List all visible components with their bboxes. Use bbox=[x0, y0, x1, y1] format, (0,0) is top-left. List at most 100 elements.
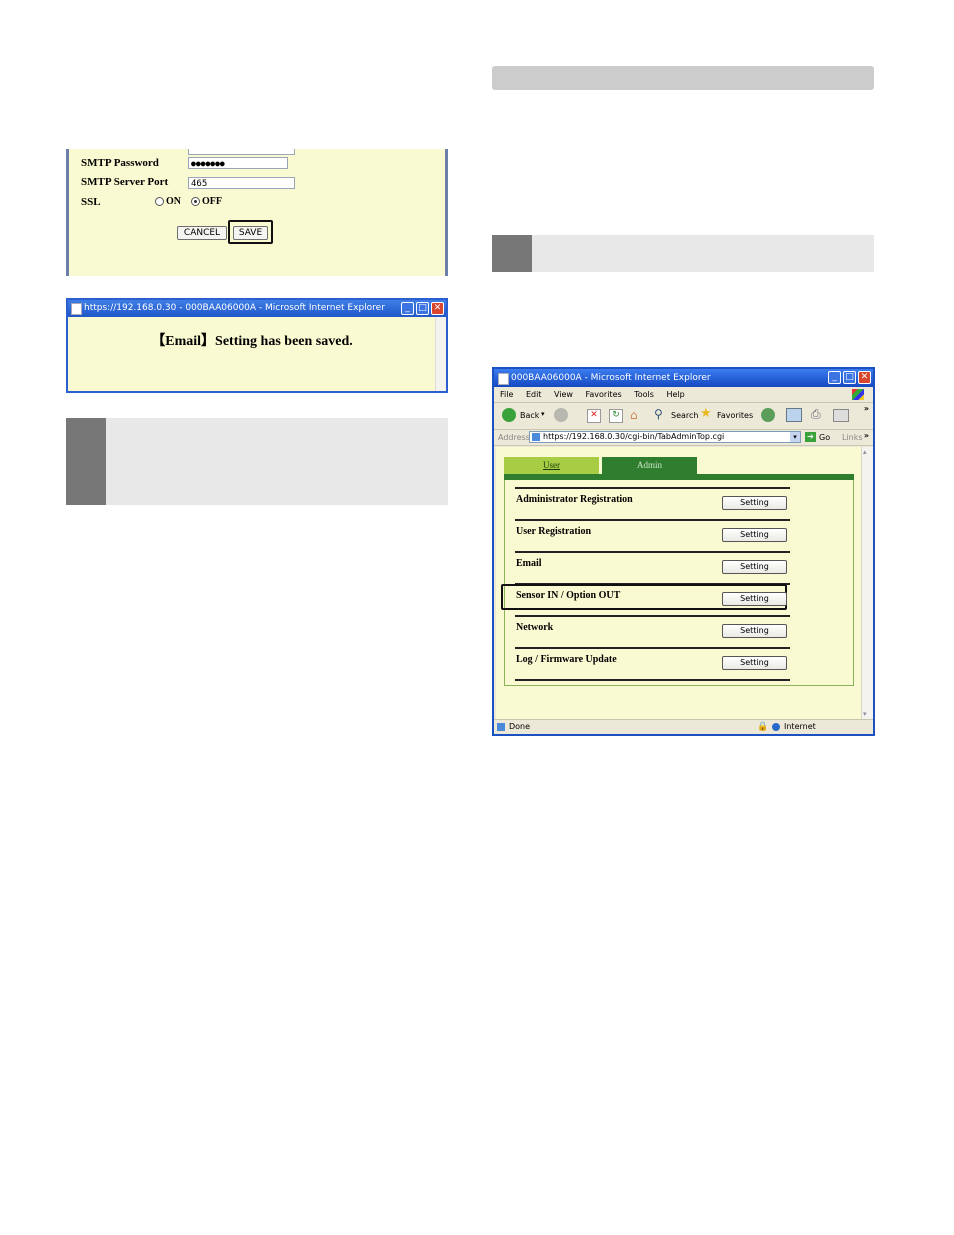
back-arrow-icon[interactable] bbox=[502, 408, 516, 422]
divider bbox=[515, 551, 790, 553]
address-url: https://192.168.0.30/cgi-bin/TabAdminTop… bbox=[543, 432, 725, 441]
email-setting-button[interactable]: Setting bbox=[722, 560, 787, 574]
ie-admin-window: 000BAA06000A - Microsoft Internet Explor… bbox=[492, 367, 875, 736]
history-icon[interactable] bbox=[761, 408, 775, 422]
save-button[interactable]: SAVE bbox=[233, 226, 268, 240]
divider bbox=[515, 519, 790, 521]
minimize-icon[interactable]: _ bbox=[828, 371, 841, 384]
lock-icon: 🔒 bbox=[757, 722, 769, 732]
saved-dialog-title: https://192.168.0.30 - 000BAA06000A - Mi… bbox=[84, 303, 385, 313]
refresh-icon[interactable]: ↻ bbox=[609, 409, 623, 423]
home-icon[interactable]: ⌂ bbox=[630, 408, 638, 422]
links-label[interactable]: Links bbox=[842, 430, 863, 445]
status-page-icon bbox=[497, 723, 505, 731]
divider bbox=[515, 647, 790, 649]
go-arrow-icon[interactable]: ➔ bbox=[805, 432, 816, 442]
ssl-on-text: ON bbox=[166, 196, 181, 207]
step-box-left bbox=[66, 418, 448, 505]
smtp-settings-panel: SMTP Password ●●●●●●● SMTP Server Port 4… bbox=[66, 149, 448, 276]
row-label-sensor-in-option-out: Sensor IN / Option OUT bbox=[516, 590, 621, 601]
ie-titlebar: 000BAA06000A - Microsoft Internet Explor… bbox=[494, 369, 873, 387]
step-number-tab-right bbox=[492, 235, 532, 272]
row-label-administrator-registration: Administrator Registration bbox=[516, 494, 633, 505]
saved-dialog-window: https://192.168.0.30 - 000BAA06000A - Mi… bbox=[66, 298, 448, 393]
divider bbox=[515, 615, 790, 617]
address-input[interactable]: https://192.168.0.30/cgi-bin/TabAdminTop… bbox=[529, 431, 801, 443]
smtp-account-field-cut[interactable] bbox=[188, 149, 295, 155]
edit-icon[interactable] bbox=[833, 409, 849, 422]
ie-menubar: File Edit View Favorites Tools Help bbox=[494, 387, 873, 403]
divider bbox=[515, 487, 790, 489]
administrator-registration-setting-button[interactable]: Setting bbox=[722, 496, 787, 510]
ssl-off-radio[interactable] bbox=[191, 197, 200, 207]
ie-page-icon bbox=[498, 373, 509, 385]
ie-toolbar: Back ▾ ✕ ↻ ⌂ ⚲ Search ★ Favorites ⎙ » bbox=[494, 403, 873, 430]
status-done: Done bbox=[509, 722, 531, 731]
section-header-bar bbox=[492, 66, 874, 90]
go-button-label[interactable]: Go bbox=[819, 430, 830, 445]
ssl-label: SSL bbox=[81, 196, 101, 208]
admin-settings-list: Administrator Registration Setting User … bbox=[501, 480, 854, 686]
ssl-off-option[interactable]: OFF bbox=[191, 196, 222, 207]
back-button-label[interactable]: Back bbox=[520, 411, 539, 420]
smtp-port-field[interactable]: 465 bbox=[188, 177, 295, 189]
search-button-label[interactable]: Search bbox=[671, 411, 698, 420]
maximize-icon[interactable]: □ bbox=[843, 371, 856, 384]
menu-favorites[interactable]: Favorites bbox=[586, 390, 622, 399]
step-box-right bbox=[492, 235, 874, 272]
cancel-button[interactable]: CANCEL bbox=[177, 226, 227, 240]
row-label-user-registration: User Registration bbox=[516, 526, 592, 537]
user-registration-setting-button[interactable]: Setting bbox=[722, 528, 787, 542]
toolbar-overflow-icon[interactable]: » bbox=[864, 404, 869, 413]
smtp-password-field[interactable]: ●●●●●●● bbox=[188, 157, 288, 169]
address-label: Address bbox=[498, 433, 530, 442]
menu-tools[interactable]: Tools bbox=[634, 390, 654, 399]
ie-address-bar: Address https://192.168.0.30/cgi-bin/Tab… bbox=[494, 430, 873, 446]
divider bbox=[515, 679, 790, 681]
saved-dialog-titlebar: https://192.168.0.30 - 000BAA06000A - Mi… bbox=[68, 300, 446, 317]
back-dropdown-icon[interactable]: ▾ bbox=[541, 410, 545, 418]
tab-admin[interactable]: Admin bbox=[602, 457, 697, 474]
close-icon[interactable]: ✕ bbox=[858, 371, 871, 384]
network-setting-button[interactable]: Setting bbox=[722, 624, 787, 638]
internet-zone-icon bbox=[772, 723, 780, 731]
links-overflow-icon[interactable]: » bbox=[864, 428, 869, 443]
forward-arrow-icon[interactable] bbox=[554, 408, 568, 422]
print-icon[interactable]: ⎙ bbox=[811, 407, 821, 422]
dialog-scrollbar[interactable] bbox=[435, 317, 446, 391]
close-icon[interactable]: ✕ bbox=[431, 302, 444, 315]
smtp-port-label: SMTP Server Port bbox=[81, 176, 169, 188]
ssl-on-radio[interactable] bbox=[155, 197, 164, 207]
menu-edit[interactable]: Edit bbox=[526, 390, 542, 399]
favorites-button-label[interactable]: Favorites bbox=[717, 411, 753, 420]
sensor-in-option-out-setting-button[interactable]: Setting bbox=[722, 592, 787, 606]
log-firmware-update-setting-button[interactable]: Setting bbox=[722, 656, 787, 670]
search-icon[interactable]: ⚲ bbox=[654, 407, 663, 421]
row-label-network: Network bbox=[516, 622, 554, 633]
ie-title: 000BAA06000A - Microsoft Internet Explor… bbox=[511, 373, 711, 383]
page-vertical-scrollbar[interactable]: ▴ ▾ bbox=[861, 447, 873, 719]
admin-page-content: User Admin Administrator Registration Se… bbox=[496, 447, 861, 719]
ie-page-icon bbox=[71, 303, 82, 315]
windows-logo-icon bbox=[852, 389, 864, 400]
status-zone: Internet bbox=[784, 722, 816, 731]
minimize-icon[interactable]: _ bbox=[401, 302, 414, 315]
maximize-icon[interactable]: □ bbox=[416, 302, 429, 315]
menu-help[interactable]: Help bbox=[666, 390, 684, 399]
ssl-off-text: OFF bbox=[202, 196, 222, 207]
scroll-down-icon[interactable]: ▾ bbox=[863, 710, 867, 718]
step-number-tab-left bbox=[66, 418, 106, 505]
mail-icon[interactable] bbox=[786, 408, 802, 422]
address-dropdown-icon[interactable]: ▾ bbox=[790, 432, 800, 442]
ssl-on-option[interactable]: ON bbox=[155, 196, 181, 207]
stop-icon[interactable]: ✕ bbox=[587, 409, 601, 423]
tab-user[interactable]: User bbox=[504, 457, 599, 474]
saved-message: 【Email】Setting has been saved. bbox=[151, 334, 353, 349]
menu-file[interactable]: File bbox=[500, 390, 513, 399]
url-page-icon bbox=[532, 433, 540, 441]
ie-statusbar: Done 🔒 Internet bbox=[494, 719, 873, 734]
favorites-star-icon[interactable]: ★ bbox=[700, 406, 712, 421]
row-label-log-firmware-update: Log / Firmware Update bbox=[516, 654, 617, 665]
menu-view[interactable]: View bbox=[554, 390, 573, 399]
scroll-up-icon[interactable]: ▴ bbox=[863, 448, 867, 456]
